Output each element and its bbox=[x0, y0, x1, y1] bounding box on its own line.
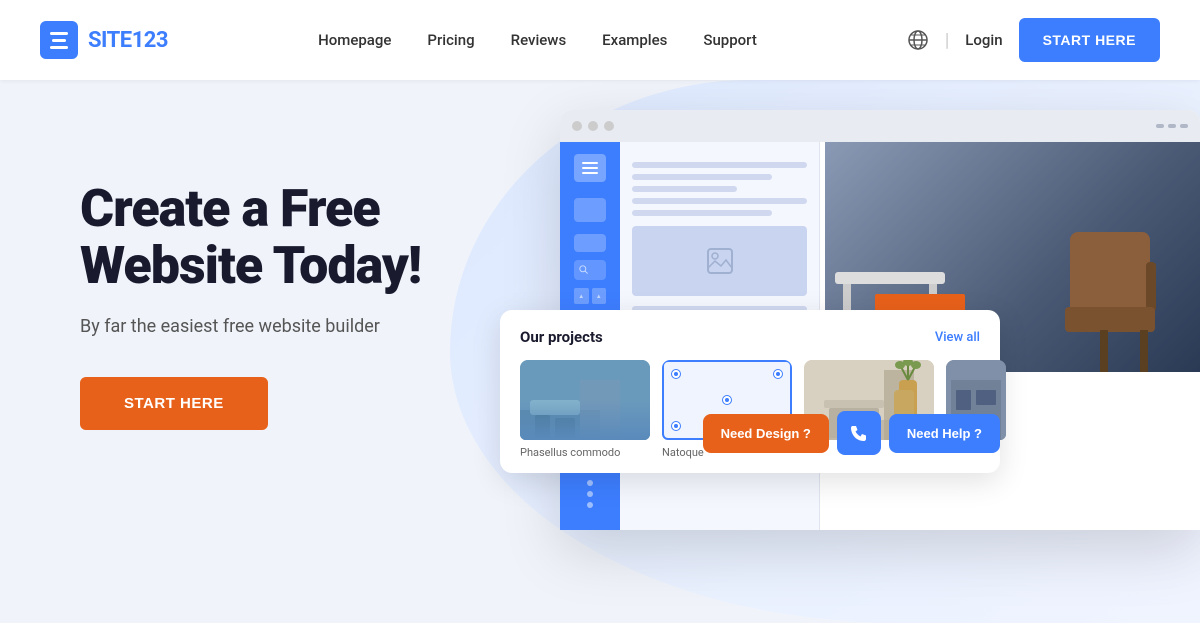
chat-design-button[interactable]: Need Design ? bbox=[703, 414, 829, 453]
sidebar-search-block bbox=[574, 260, 606, 280]
nav-pricing[interactable]: Pricing bbox=[427, 31, 474, 49]
chat-buttons: Need Design ? Need Help ? bbox=[703, 411, 1000, 455]
browser-tab-2 bbox=[1168, 124, 1176, 128]
nav-login[interactable]: Login bbox=[965, 31, 1002, 49]
sidebar-dot-1 bbox=[587, 480, 593, 486]
chat-phone-button[interactable] bbox=[837, 411, 881, 455]
browser-dots-right bbox=[1156, 124, 1188, 128]
nav-support[interactable]: Support bbox=[703, 31, 756, 49]
browser-titlebar bbox=[560, 110, 1200, 142]
sidebar-image-group-1 bbox=[574, 288, 606, 304]
editor-line-3 bbox=[632, 186, 737, 192]
logo-text: SITE123 bbox=[88, 28, 168, 53]
project-item-1: Phasellus commodo bbox=[520, 360, 650, 459]
selection-dot-tr bbox=[774, 370, 782, 378]
main-content: Create a Free Website Today! By far the … bbox=[0, 80, 1200, 623]
editor-image-placeholder bbox=[632, 226, 807, 296]
editor-line-4 bbox=[632, 198, 807, 204]
mockup-area: Our projects View all bbox=[560, 110, 1200, 530]
projects-card: Our projects View all bbox=[500, 310, 1000, 473]
sidebar-img-1 bbox=[574, 288, 589, 304]
chair-shape bbox=[1060, 212, 1180, 372]
project-caption-1: Phasellus commodo bbox=[520, 446, 650, 459]
editor-text-lines bbox=[632, 162, 807, 324]
nav-reviews[interactable]: Reviews bbox=[511, 31, 567, 49]
logo-icon bbox=[40, 21, 78, 59]
projects-title: Our projects bbox=[520, 328, 603, 346]
header-start-button[interactable]: START HERE bbox=[1019, 18, 1160, 62]
editor-line-2 bbox=[632, 174, 772, 180]
browser-dot-2 bbox=[588, 121, 598, 131]
selection-dot-tl bbox=[672, 370, 680, 378]
nav-right: | Login START HERE bbox=[907, 18, 1160, 62]
chat-help-button[interactable]: Need Help ? bbox=[889, 414, 1000, 453]
sidebar-block-2 bbox=[574, 234, 606, 252]
browser-dot-1 bbox=[572, 121, 582, 131]
editor-line-5 bbox=[632, 210, 772, 216]
sidebar-menu-icon bbox=[574, 154, 606, 182]
hero-subtitle: By far the easiest free website builder bbox=[80, 316, 500, 337]
sidebar-dot-2 bbox=[587, 491, 593, 497]
nav-divider: | bbox=[945, 30, 949, 51]
selection-dot-bl bbox=[672, 422, 680, 430]
selection-dot-center bbox=[723, 396, 731, 404]
sidebar-dot-3 bbox=[587, 502, 593, 508]
nav-homepage[interactable]: Homepage bbox=[318, 31, 391, 49]
browser-tab-3 bbox=[1180, 124, 1188, 128]
sidebar-dots bbox=[587, 480, 593, 518]
globe-icon[interactable] bbox=[907, 29, 929, 51]
main-nav: Homepage Pricing Reviews Examples Suppor… bbox=[318, 31, 757, 49]
sidebar-block-1 bbox=[574, 198, 606, 222]
project-image-1 bbox=[520, 360, 650, 440]
hero-start-button[interactable]: START HERE bbox=[80, 377, 268, 430]
view-all-link[interactable]: View all bbox=[935, 330, 980, 345]
browser-tab-1 bbox=[1156, 124, 1164, 128]
browser-dot-3 bbox=[604, 121, 614, 131]
nav-examples[interactable]: Examples bbox=[602, 31, 667, 49]
projects-header: Our projects View all bbox=[520, 328, 980, 346]
hero-title: Create a Free Website Today! bbox=[80, 180, 500, 294]
editor-line-1 bbox=[632, 162, 807, 168]
sidebar-img-2 bbox=[592, 288, 607, 304]
logo[interactable]: SITE123 bbox=[40, 21, 168, 59]
header: SITE123 Homepage Pricing Reviews Example… bbox=[0, 0, 1200, 80]
hero-section: Create a Free Website Today! By far the … bbox=[80, 140, 500, 430]
